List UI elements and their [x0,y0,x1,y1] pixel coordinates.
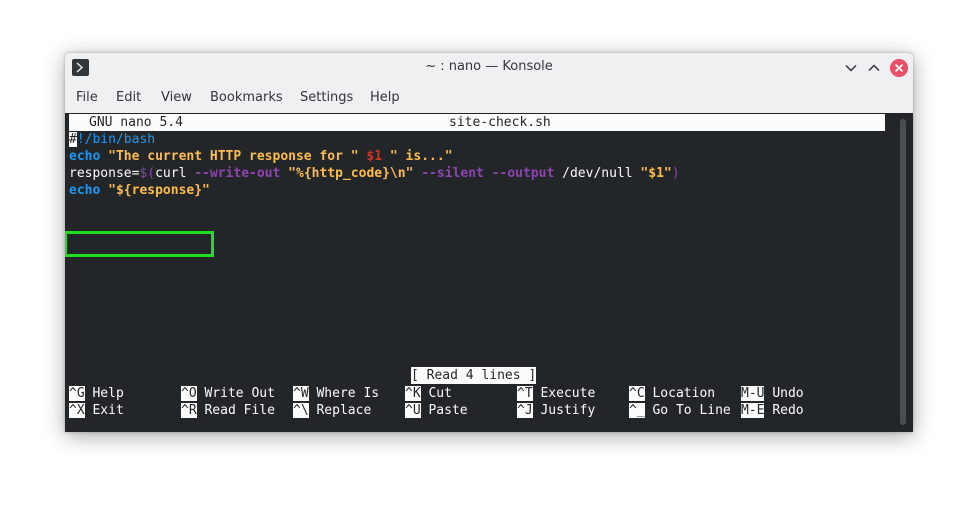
shortcut-execute[interactable]: ^T Execute [517,385,595,402]
shortcut-replace[interactable]: ^\ Replace [293,402,371,419]
shortcut-label: Help [92,386,124,401]
code-line-2: echo "The current HTTP response for " $1… [69,148,453,165]
shortcut-label: Cut [428,386,452,401]
highlight-box [65,231,214,257]
scrollbar-thumb[interactable] [900,119,906,425]
shortcut-label: Paste [428,403,468,418]
shortcut-key: ^O [181,386,197,401]
nano-header: GNU nano 5.4 site-check.sh [69,114,885,131]
shortcut-key: ^T [517,386,533,401]
maximize-button[interactable] [864,58,884,78]
shortcut-undo[interactable]: M-U Undo [741,385,804,402]
title-bar[interactable]: ~ : nano — Konsole [65,53,913,83]
shortcut-go-to-line[interactable]: ^_ Go To Line [629,402,731,419]
shortcut-label: Exit [92,403,124,418]
shortcut-key: ^_ [629,403,645,418]
string-literal: "The current HTTP response for " [108,149,359,164]
menu-edit[interactable]: Edit [116,90,141,105]
shebang-text: !/bin/bash [76,132,156,147]
shortcut-label: Where Is [316,386,380,401]
shortcut-read-file[interactable]: ^R Read File [181,402,275,419]
code-line-3: response=$(curl --write-out "%{http_code… [69,165,680,182]
nano-version: GNU nano 5.4 [89,115,183,130]
window-title: ~ : nano — Konsole [425,59,553,74]
text-cursor: # [69,132,77,147]
code-line-4: echo "${response}" [69,182,210,199]
option-flag: --silent [421,166,484,181]
shortcut-label: Execute [540,386,596,401]
shortcut-label: Write Out [204,386,275,401]
konsole-window: ~ : nano — Konsole File Edit View Bookma… [65,53,913,432]
shortcut-key: ^\ [293,403,309,418]
shortcut-label: Go To Line [652,403,731,418]
shortcut-key: ^W [293,386,309,401]
assignment: response= [69,166,140,181]
string-literal: "%{http_code}\n" [288,166,414,181]
shortcut-key: M-U [741,386,765,401]
code-line-1: #!/bin/bash [69,131,155,148]
shortcut-key: ^J [517,403,533,418]
shortcut-label: Redo [772,403,804,418]
string-literal: " is..." [389,149,453,164]
close-icon [890,59,908,77]
menu-file[interactable]: File [76,90,98,105]
string-literal: "${response}" [108,183,210,198]
menu-bookmarks[interactable]: Bookmarks [210,90,283,105]
chevron-up-icon [868,64,880,72]
menu-view[interactable]: View [161,90,192,105]
shortcut-write-out[interactable]: ^O Write Out [181,385,275,402]
shortcut-key: ^C [629,386,645,401]
shortcut-help[interactable]: ^G Help [69,385,124,402]
shortcut-key: M-E [741,403,765,418]
shortcut-label: Undo [772,386,804,401]
menu-settings[interactable]: Settings [300,90,353,105]
subshell-open: $( [139,166,156,181]
minimize-button[interactable] [841,58,861,78]
shortcut-key: ^R [181,403,197,418]
variable: $1 [366,149,383,164]
string-literal: "$1" [640,166,672,181]
shortcut-location[interactable]: ^C Location [629,385,715,402]
shortcut-label: Read File [204,403,275,418]
curl-command: curl [155,166,195,181]
option-flag: --output [491,166,555,181]
output-path: /dev/null [562,166,641,181]
shortcut-key: ^K [405,386,421,401]
shortcut-label: Replace [316,403,372,418]
shortcut-cut[interactable]: ^K Cut [405,385,452,402]
close-button[interactable] [889,58,909,78]
chevron-down-icon [845,64,857,72]
menu-bar: File Edit View Bookmarks Settings Help [65,83,913,113]
shortcut-key: ^X [69,403,85,418]
nano-status: [ Read 4 lines ] [411,367,537,384]
shortcut-redo[interactable]: M-E Redo [741,402,804,419]
shortcut-label: Justify [540,403,596,418]
echo-keyword: echo [69,149,101,164]
subshell-close: ) [671,166,680,181]
shortcut-where-is[interactable]: ^W Where Is [293,385,379,402]
shortcut-label: Location [652,386,716,401]
echo-keyword: echo [69,183,101,198]
option-flag: --write-out [194,166,281,181]
nano-filename: site-check.sh [449,115,551,130]
vertical-scrollbar[interactable] [898,113,906,432]
shortcut-justify[interactable]: ^J Justify [517,402,595,419]
shortcut-key: ^U [405,403,421,418]
terminal-area[interactable]: GNU nano 5.4 site-check.sh #!/bin/bash e… [65,113,913,432]
menu-help[interactable]: Help [370,90,400,105]
shortcut-key: ^G [69,386,85,401]
shortcut-paste[interactable]: ^U Paste [405,402,468,419]
shortcut-exit[interactable]: ^X Exit [69,402,124,419]
